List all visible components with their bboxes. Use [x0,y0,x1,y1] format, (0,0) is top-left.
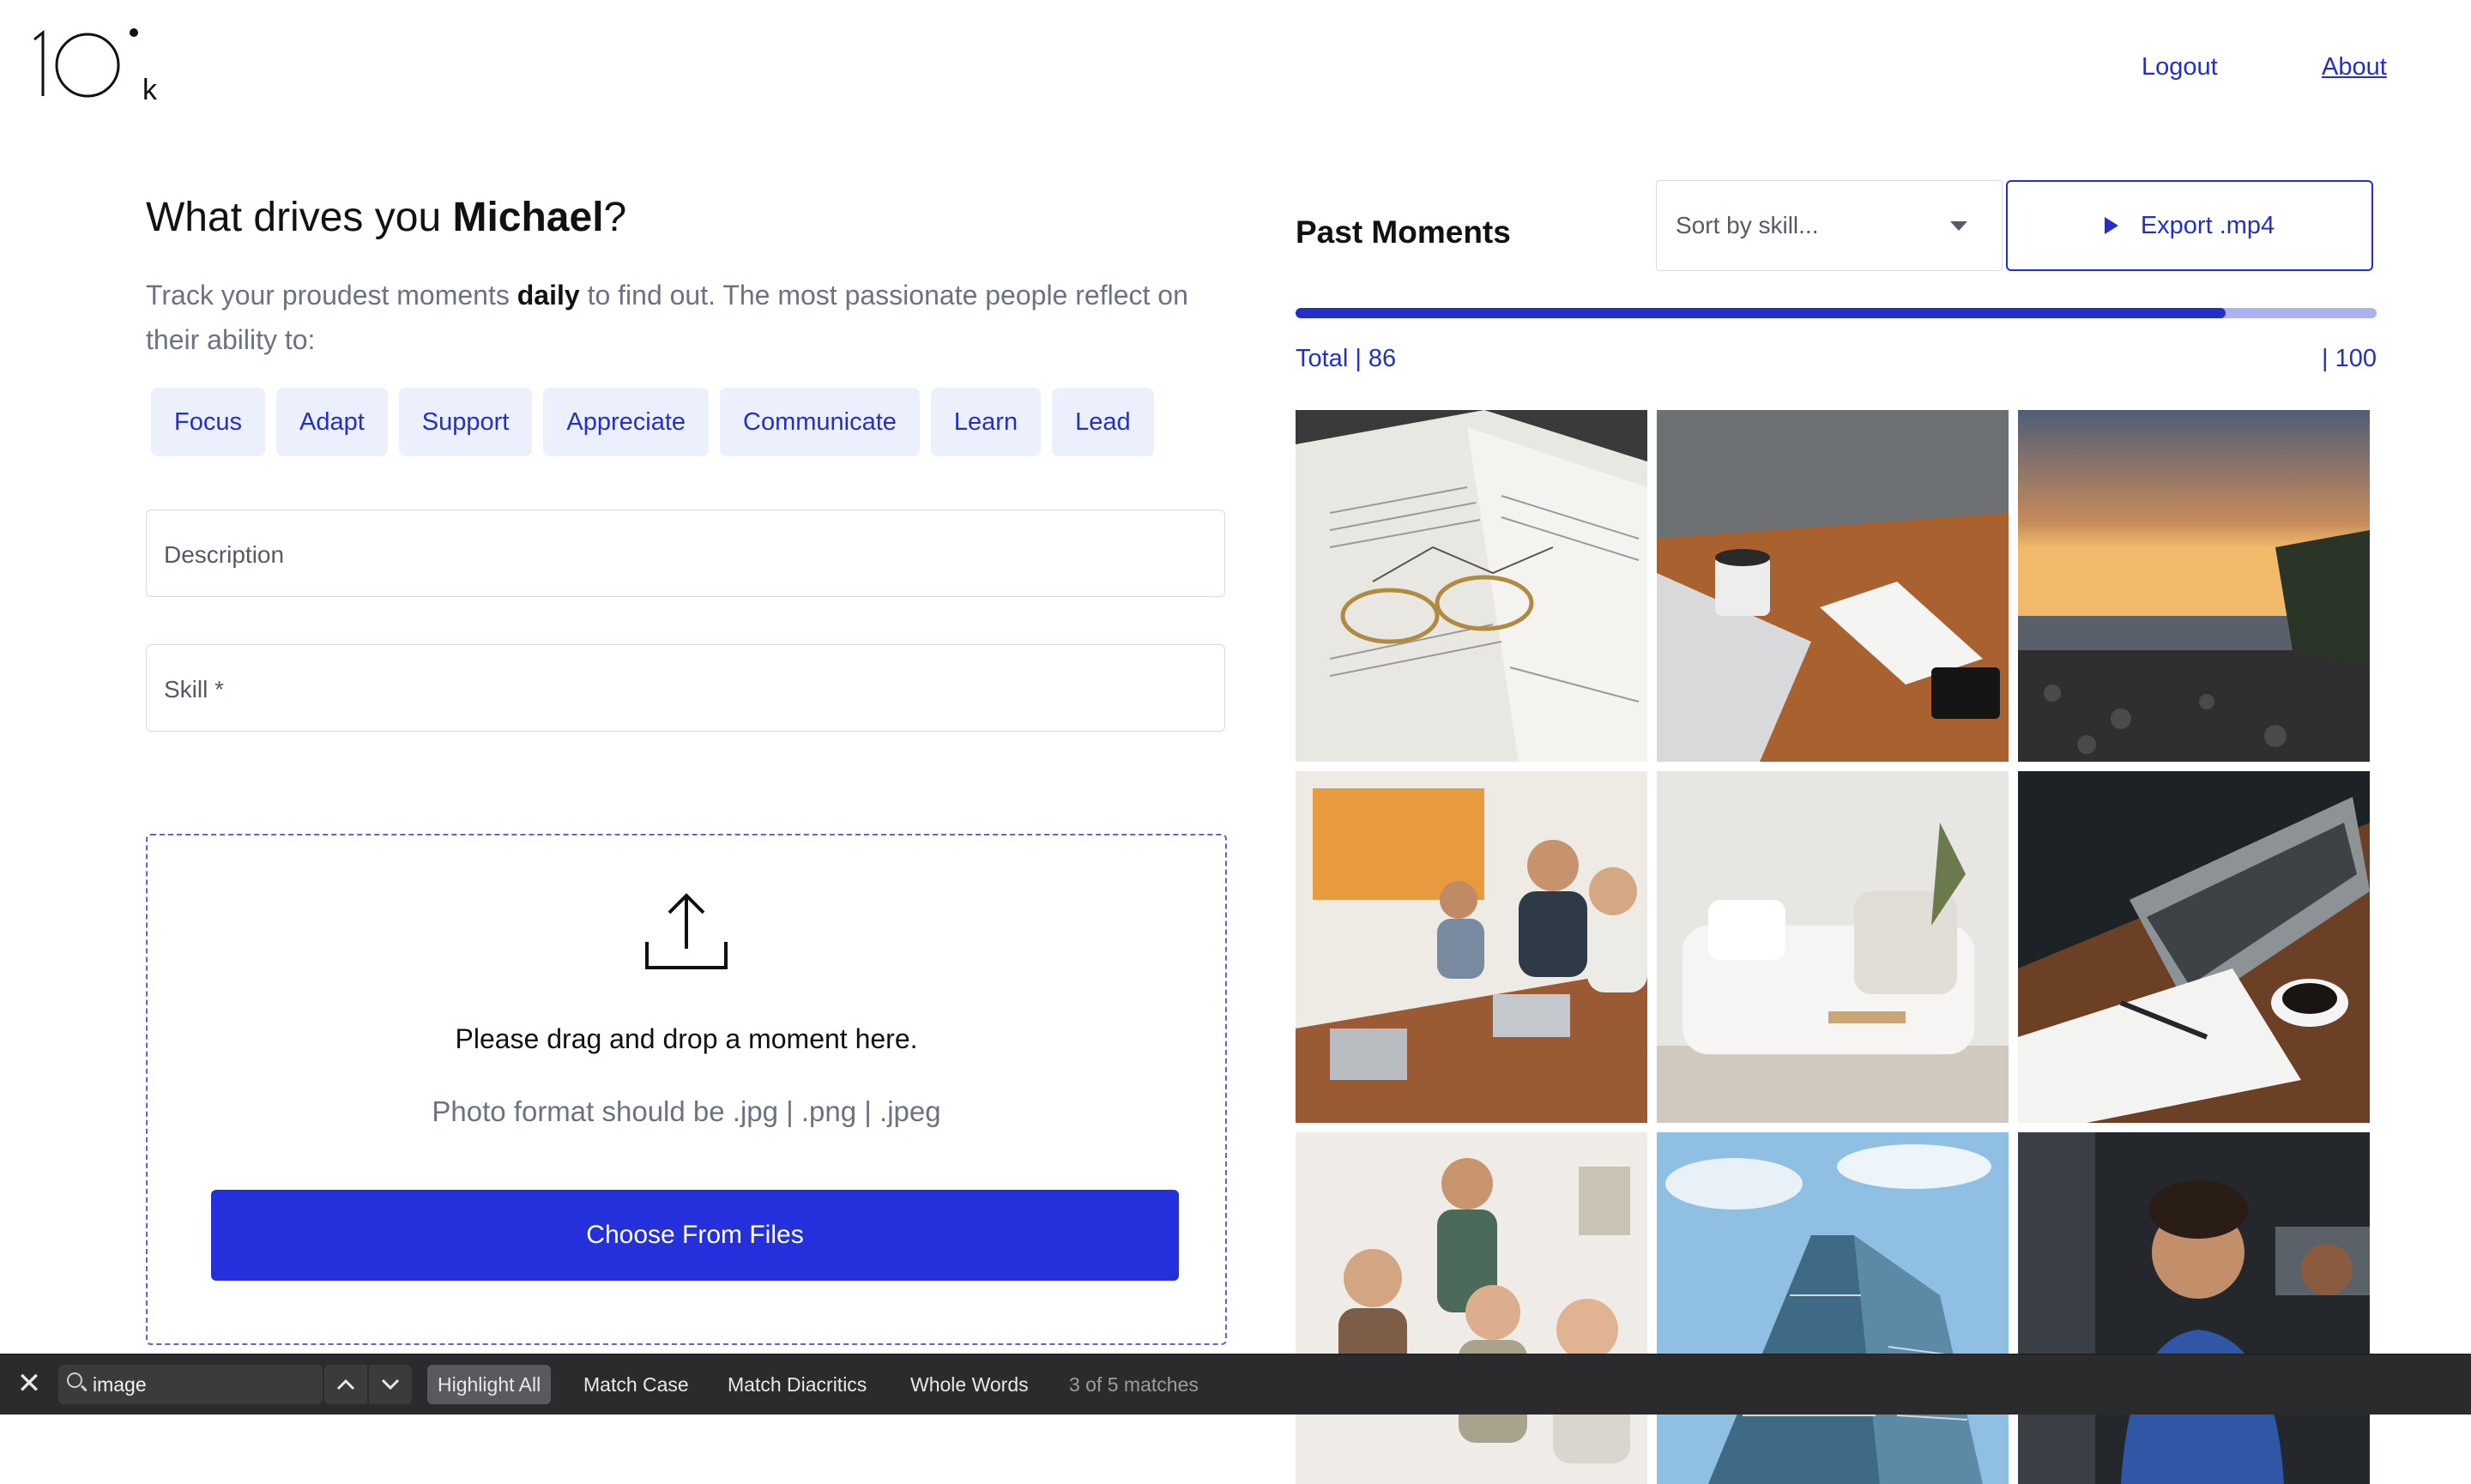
about-link[interactable]: About [2322,53,2387,81]
search-icon [67,1372,82,1388]
skill-chip-appreciate[interactable]: Appreciate [543,388,710,456]
find-search-input[interactable]: image [58,1365,323,1404]
skill-chip-lead[interactable]: Lead [1052,388,1154,456]
find-match-status: 3 of 5 matches [1069,1372,1199,1396]
highlight-all-toggle[interactable]: Highlight All [427,1365,552,1404]
photo-laptop-notebook-coffee-desk[interactable] [2018,771,2370,1123]
photo-glass-skyscraper[interactable] [1657,1132,2009,1484]
skill-chip-communicate[interactable]: Communicate [720,388,920,456]
match-case-toggle[interactable]: Match Case [583,1365,689,1404]
user-name: Michael [452,195,604,240]
find-bar: ✕ image Highlight All Match Case Match D… [0,1354,2471,1415]
skill-chip-support[interactable]: Support [398,388,533,456]
choose-files-button[interactable]: Choose From Files [211,1190,1179,1281]
intro-text: Track your proudest moments daily to fin… [146,280,1188,355]
upload-format-hint: Photo format should be .jpg | .png | .jp… [432,1095,941,1127]
logout-link[interactable]: Logout [2142,53,2218,81]
match-diacritics-toggle[interactable]: Match Diacritics [728,1365,867,1404]
find-query: image [93,1373,147,1396]
progress-fill [1296,308,2226,318]
close-icon[interactable]: ✕ [12,1366,46,1401]
photo-smiling-woman-office[interactable] [2018,1132,2370,1484]
description-field[interactable]: Description [146,510,1225,597]
brand-logo[interactable]: k [29,22,175,108]
skill-chip-focus[interactable]: Focus [151,388,265,456]
skill-placeholder: Skill * [164,676,225,703]
chevron-up-icon [336,1378,355,1390]
max-count: | 100 [2322,345,2377,372]
play-icon [2104,217,2118,234]
photo-team-meeting-laptops[interactable] [1296,771,1647,1123]
whole-words-toggle[interactable]: Whole Words [910,1365,1029,1404]
photo-sunset-rocky-beach[interactable] [2018,410,2370,762]
moments-photo-grid [1296,410,2370,1484]
skill-chip-adapt[interactable]: Adapt [275,388,388,456]
chevron-down-icon [1950,221,1967,231]
past-moments-title: Past Moments [1296,214,1511,250]
logo-mark-icon: k [33,28,158,106]
sort-by-skill-select[interactable]: Sort by skill... [1656,180,2003,271]
export-label: Export .mp4 [2140,211,2275,239]
skill-chip-learn[interactable]: Learn [930,388,1042,456]
photo-group-of-smiling-students[interactable] [1296,1132,1647,1484]
skill-chips: Focus Adapt Support Appreciate Communica… [151,388,1154,456]
skill-field[interactable]: Skill * [146,644,1225,732]
logo-k: k [142,74,158,106]
find-next-button[interactable] [369,1365,412,1404]
chevron-down-icon [381,1378,400,1390]
page-title: What drives you Michael? [146,195,627,240]
upload-title: Please drag and drop a moment here. [455,1023,918,1054]
photo-white-sofa-living-room[interactable] [1657,771,2009,1123]
photo-open-book-with-glasses[interactable] [1296,410,1647,762]
export-mp4-button[interactable]: Export .mp4 [2006,180,2373,271]
upload-icon [643,889,729,974]
moments-progress-bar [1296,308,2377,318]
find-previous-button[interactable] [324,1365,367,1404]
photo-laptop-coffee-notepad-desk[interactable] [1657,410,2009,762]
sort-placeholder: Sort by skill... [1676,212,1819,238]
total-count: Total | 86 [1296,345,1397,372]
description-placeholder: Description [164,541,285,568]
